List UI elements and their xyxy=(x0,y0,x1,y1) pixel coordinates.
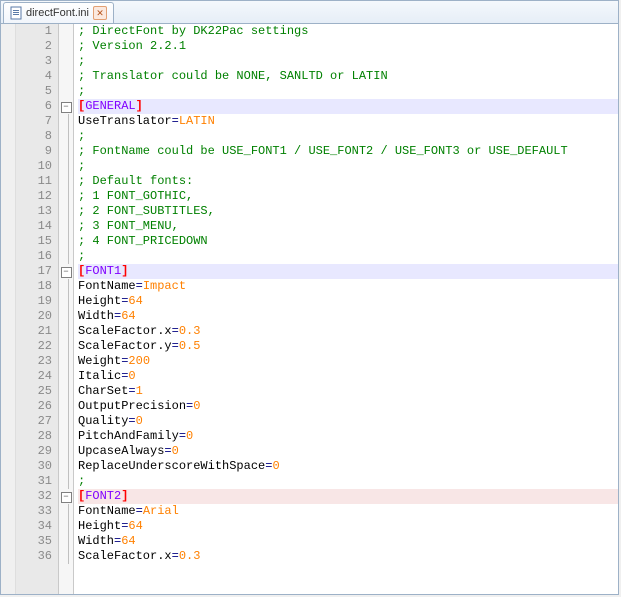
fold-guide xyxy=(68,354,69,369)
code-line[interactable]: ; FontName could be USE_FONT1 / USE_FONT… xyxy=(78,144,618,159)
fold-guide xyxy=(68,159,69,174)
code-line[interactable]: ScaleFactor.x=0.3 xyxy=(78,324,618,339)
fold-guide xyxy=(68,294,69,309)
code-line[interactable]: UseTranslator=LATIN xyxy=(78,114,618,129)
fold-toggle-icon[interactable]: − xyxy=(61,492,72,503)
fold-guide xyxy=(68,519,69,534)
code-line[interactable]: ; xyxy=(78,54,618,69)
tab-filename: directFont.ini xyxy=(26,7,89,19)
fold-toggle-icon[interactable]: − xyxy=(61,102,72,113)
code-line[interactable]: FontName=Impact xyxy=(78,279,618,294)
line-number-gutter: 1234567891011121314151617181920212223242… xyxy=(16,24,59,594)
file-tab[interactable]: directFont.ini ✕ xyxy=(3,2,114,23)
fold-guide xyxy=(68,204,69,219)
code-line[interactable]: FontName=Arial xyxy=(78,504,618,519)
code-line[interactable]: ; xyxy=(78,129,618,144)
code-area[interactable]: ; DirectFont by DK22Pac settings; Versio… xyxy=(74,24,618,594)
fold-guide xyxy=(68,414,69,429)
code-line[interactable]: ; 3 FONT_MENU, xyxy=(78,219,618,234)
code-line[interactable]: CharSet=1 xyxy=(78,384,618,399)
code-line[interactable]: ScaleFactor.y=0.5 xyxy=(78,339,618,354)
fold-guide xyxy=(68,174,69,189)
fold-guide xyxy=(68,369,69,384)
fold-guide xyxy=(68,384,69,399)
code-line[interactable]: ; Default fonts: xyxy=(78,174,618,189)
fold-guide xyxy=(68,219,69,234)
code-line[interactable]: Height=64 xyxy=(78,519,618,534)
fold-guide xyxy=(68,429,69,444)
code-line[interactable]: ; 2 FONT_SUBTITLES, xyxy=(78,204,618,219)
code-line[interactable]: Height=64 xyxy=(78,294,618,309)
code-line[interactable]: [FONT1] xyxy=(78,264,618,279)
code-line[interactable]: PitchAndFamily=0 xyxy=(78,429,618,444)
code-line[interactable]: [FONT2] xyxy=(78,489,618,504)
code-line[interactable]: Italic=0 xyxy=(78,369,618,384)
fold-guide xyxy=(68,444,69,459)
fold-guide xyxy=(68,504,69,519)
code-line[interactable]: ; 1 FONT_GOTHIC, xyxy=(78,189,618,204)
code-line[interactable]: ; Translator could be NONE, SANLTD or LA… xyxy=(78,69,618,84)
code-line[interactable]: ; Version 2.2.1 xyxy=(78,39,618,54)
fold-guide xyxy=(68,189,69,204)
code-line[interactable]: ; xyxy=(78,84,618,99)
fold-guide xyxy=(68,339,69,354)
code-editor[interactable]: 1234567891011121314151617181920212223242… xyxy=(1,24,618,594)
fold-guide xyxy=(68,234,69,249)
code-line[interactable]: ScaleFactor.x=0.3 xyxy=(78,549,618,564)
fold-guide xyxy=(68,114,69,129)
code-line[interactable]: ; 4 FONT_PRICEDOWN xyxy=(78,234,618,249)
code-line[interactable]: Weight=200 xyxy=(78,354,618,369)
code-line[interactable]: [GENERAL] xyxy=(78,99,618,114)
fold-margin: − − − xyxy=(59,24,74,594)
fold-guide xyxy=(68,309,69,324)
fold-guide xyxy=(68,129,69,144)
code-line[interactable]: UpcaseAlways=0 xyxy=(78,444,618,459)
code-line[interactable]: Quality=0 xyxy=(78,414,618,429)
code-line[interactable]: Width=64 xyxy=(78,309,618,324)
fold-guide xyxy=(68,549,69,564)
fold-guide xyxy=(68,249,69,264)
code-line[interactable]: ; xyxy=(78,159,618,174)
code-line[interactable]: ; DirectFont by DK22Pac settings xyxy=(78,24,618,39)
editor-window: directFont.ini ✕ 12345678910111213141516… xyxy=(0,0,619,595)
file-icon xyxy=(10,6,22,20)
bookmark-margin xyxy=(1,24,16,594)
code-line[interactable]: OutputPrecision=0 xyxy=(78,399,618,414)
fold-guide xyxy=(68,144,69,159)
code-line[interactable]: ; xyxy=(78,249,618,264)
fold-guide xyxy=(68,474,69,489)
fold-guide xyxy=(68,279,69,294)
code-line[interactable]: ReplaceUnderscoreWithSpace=0 xyxy=(78,459,618,474)
fold-guide xyxy=(68,534,69,549)
close-icon[interactable]: ✕ xyxy=(93,6,107,20)
code-line[interactable]: Width=64 xyxy=(78,534,618,549)
tab-bar: directFont.ini ✕ xyxy=(1,1,618,24)
fold-guide xyxy=(68,459,69,474)
fold-toggle-icon[interactable]: − xyxy=(61,267,72,278)
fold-guide xyxy=(68,324,69,339)
code-line[interactable]: ; xyxy=(78,474,618,489)
fold-guide xyxy=(68,399,69,414)
